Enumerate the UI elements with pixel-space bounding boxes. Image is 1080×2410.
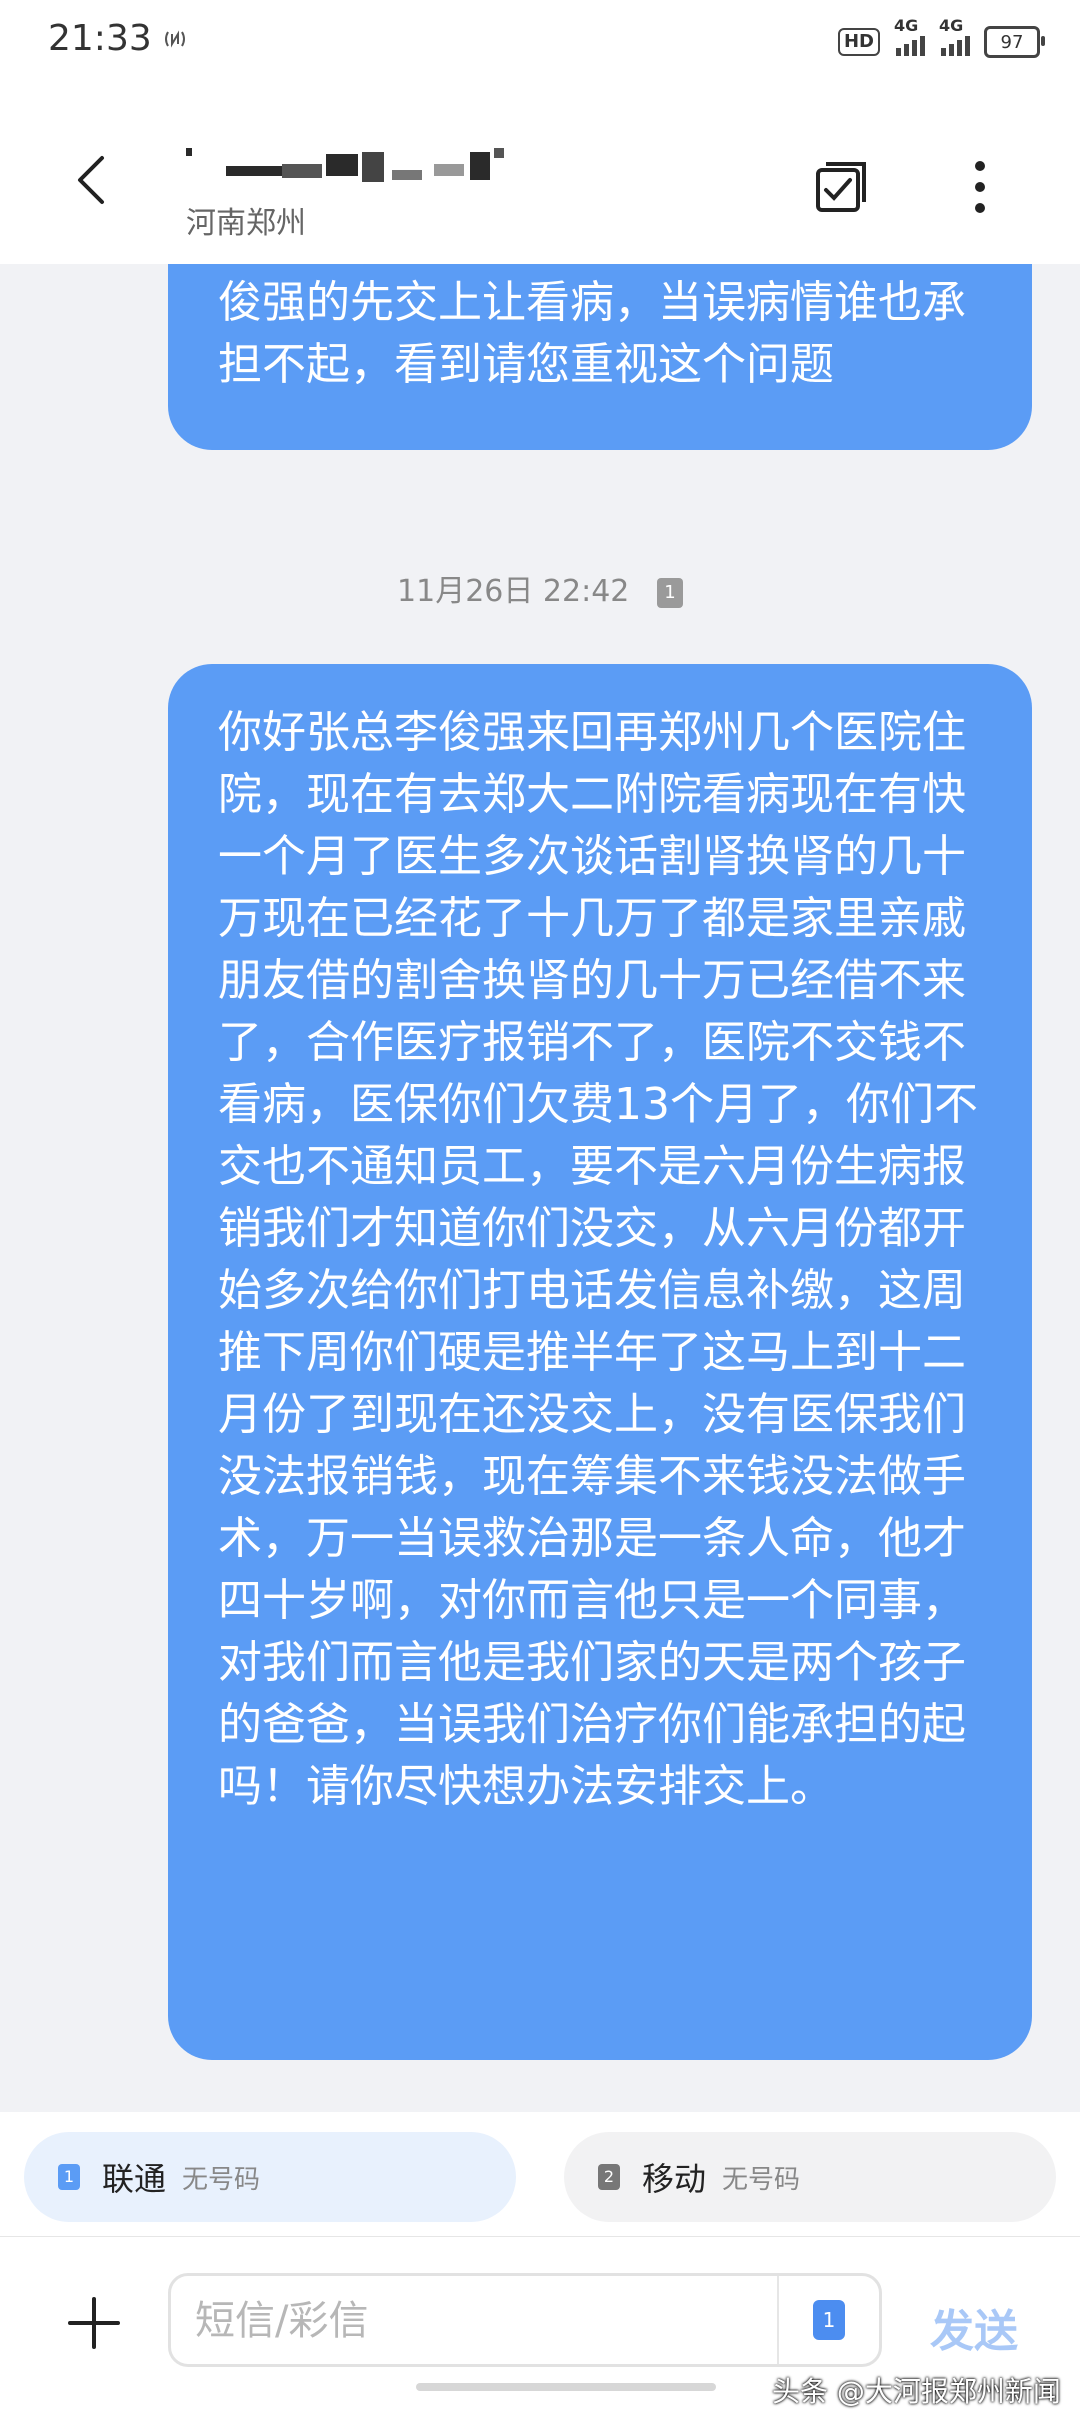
status-time: 21:33 bbox=[48, 18, 152, 59]
contact-name-redacted bbox=[186, 148, 506, 192]
sim-selector: 1 联通 无号码 2 移动 无号码 bbox=[0, 2112, 1080, 2236]
signal-icon-2: 4G bbox=[939, 16, 970, 56]
network-type-2: 4G bbox=[939, 16, 964, 35]
contact-location: 河南郑州 bbox=[186, 206, 306, 241]
status-bar: 21:33 HD 4G 4G 97 bbox=[0, 0, 1080, 86]
send-button[interactable]: 发送 bbox=[930, 2295, 1018, 2359]
message-list[interactable]: 问了现在可以网上缴费，能不能先把李俊强的先交上让看病，当误病情谁也承担不起，看到… bbox=[0, 264, 1080, 2112]
home-indicator[interactable] bbox=[416, 2383, 716, 2391]
sim1-status: 无号码 bbox=[182, 2164, 261, 2195]
sim-card-icon: 1 bbox=[58, 2164, 80, 2190]
message-bubble[interactable]: 问了现在可以网上缴费，能不能先把李俊强的先交上让看病，当误病情谁也承担不起，看到… bbox=[168, 264, 1032, 450]
battery-level: 97 bbox=[1000, 31, 1024, 53]
sim2-status: 无号码 bbox=[722, 2164, 801, 2195]
sim1-button[interactable]: 1 联通 无号码 bbox=[24, 2132, 516, 2222]
nfc-icon bbox=[160, 24, 190, 54]
sim-card-icon: 1 bbox=[656, 577, 683, 608]
hd-voice-icon: HD bbox=[837, 28, 880, 56]
sim-card-icon: 1 bbox=[813, 2300, 845, 2340]
sim-card-icon: 2 bbox=[598, 2164, 620, 2190]
sim1-carrier: 联通 bbox=[102, 2160, 167, 2198]
message-timestamp: 11月26日 22:42 1 bbox=[0, 566, 1080, 610]
message-input[interactable] bbox=[193, 2292, 737, 2350]
message-text: 问了现在可以网上缴费，能不能先把李俊强的先交上让看病，当误病情谁也承担不起，看到… bbox=[218, 264, 966, 390]
conversation-header: 河南郑州 bbox=[0, 86, 1080, 264]
message-bubble[interactable]: 你好张总李俊强来回再郑州几个医院住院，现在有去郑大二附院看病现在有快一个月了医生… bbox=[168, 664, 1032, 2060]
message-text: 你好张总李俊强来回再郑州几个医院住院，现在有去郑大二附院看病现在有快一个月了医生… bbox=[218, 707, 978, 1812]
watermark: 头条 @大河报郑州新闻 bbox=[772, 2375, 1061, 2408]
sim-switch-button[interactable]: 1 bbox=[777, 2276, 879, 2364]
sim2-button[interactable]: 2 移动 无号码 bbox=[564, 2132, 1056, 2222]
back-arrow-icon[interactable] bbox=[64, 150, 124, 210]
plus-icon[interactable] bbox=[64, 2293, 124, 2353]
more-vertical-icon[interactable] bbox=[960, 158, 1000, 216]
timestamp-text: 11月26日 22:42 bbox=[397, 574, 630, 609]
signal-icon-1: 4G bbox=[894, 16, 925, 56]
status-indicators: HD 4G 4G 97 bbox=[837, 16, 1045, 62]
sim2-carrier: 移动 bbox=[642, 2160, 707, 2198]
message-input-box[interactable]: 1 bbox=[168, 2273, 882, 2367]
network-type-1: 4G bbox=[894, 16, 919, 35]
battery-icon: 97 bbox=[984, 26, 1045, 58]
checkbox-icon[interactable] bbox=[812, 156, 872, 216]
